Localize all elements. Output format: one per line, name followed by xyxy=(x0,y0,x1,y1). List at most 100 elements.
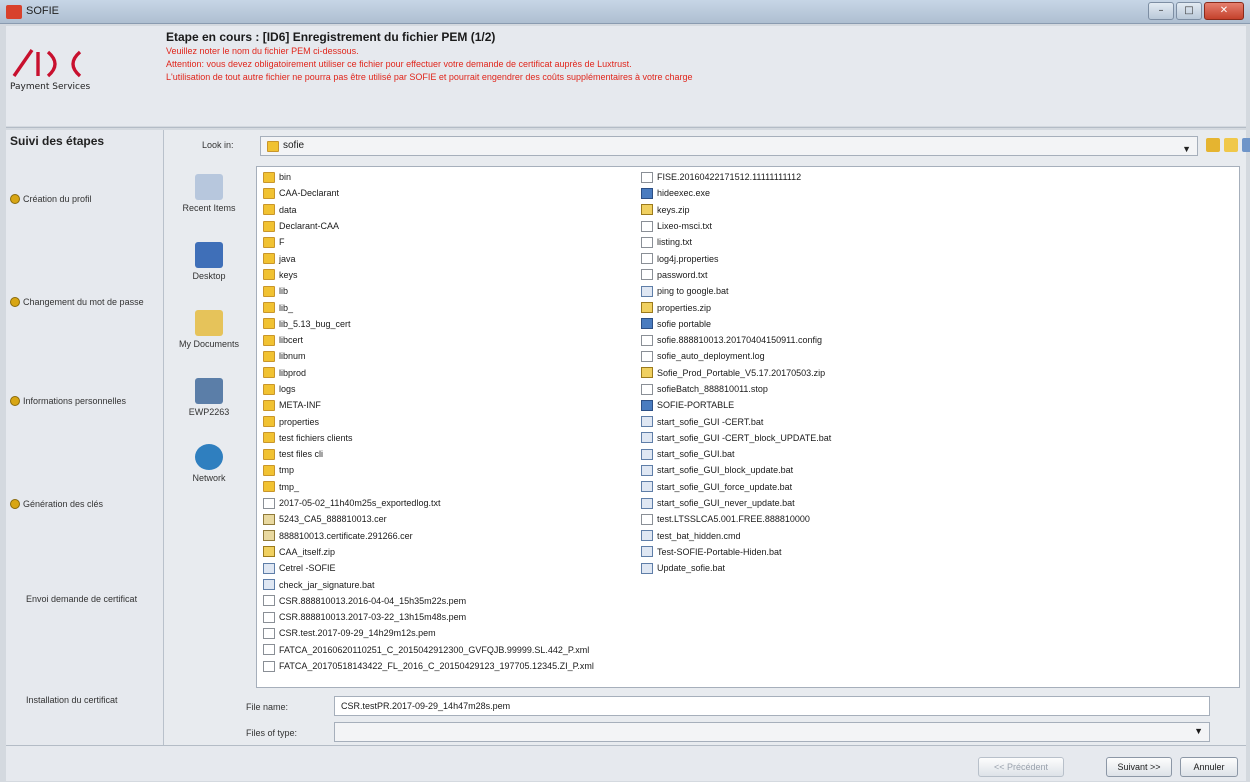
file-name: Update_sofie.bat xyxy=(657,563,726,574)
file-item[interactable]: test files cli xyxy=(263,446,594,462)
file-item[interactable]: Sofie_Prod_Portable_V5.17.20170503.zip xyxy=(641,365,831,381)
zip-icon xyxy=(641,367,653,379)
file-item[interactable]: CAA_itself.zip xyxy=(263,544,594,560)
file-item[interactable]: start_sofie_GUI_block_update.bat xyxy=(641,462,831,478)
file-type-combo[interactable]: ▼ xyxy=(334,722,1210,742)
file-item[interactable]: libnum xyxy=(263,348,594,364)
exe-icon xyxy=(641,399,653,411)
file-name: 2017-05-02_11h40m25s_exportedlog.txt xyxy=(279,498,441,509)
file-item[interactable]: tmp_ xyxy=(263,479,594,495)
file-item[interactable]: start_sofie_GUI_never_update.bat xyxy=(641,495,831,511)
file-name: bin xyxy=(279,172,292,183)
file-item[interactable]: password.txt xyxy=(641,267,831,283)
file-item[interactable]: 888810013.certificate.291266.cer xyxy=(263,528,594,544)
folder-icon xyxy=(263,285,275,297)
file-item[interactable]: FATCA_20170518143422_FL_2016_C_201504291… xyxy=(263,658,594,674)
step-done-icon xyxy=(10,297,20,307)
file-item[interactable]: FISE.20160422171512.11111111112 xyxy=(641,169,831,185)
file-item[interactable]: start_sofie_GUI.bat xyxy=(641,446,831,462)
file-item[interactable]: hideexec.exe xyxy=(641,185,831,201)
file-item[interactable]: Update_sofie.bat xyxy=(641,560,831,576)
doc-icon xyxy=(641,220,653,232)
my-documents-icon xyxy=(195,310,223,336)
file-item[interactable]: data xyxy=(263,202,594,218)
file-item[interactable]: Declarant-CAA xyxy=(263,218,594,234)
file-item[interactable]: properties xyxy=(263,413,594,429)
file-name-input[interactable]: CSR.testPR.2017-09-29_14h47m28s.pem xyxy=(334,696,1210,716)
file-name: password.txt xyxy=(657,269,708,280)
file-name: test_bat_hidden.cmd xyxy=(657,530,741,541)
look-in-combo[interactable]: sofie ▼ xyxy=(260,136,1198,156)
file-list[interactable]: bin CAA-Declarant data Declarant-CAA Fjava ke… xyxy=(256,166,1240,688)
bat-icon xyxy=(263,562,275,574)
file-item[interactable]: log4j.properties xyxy=(641,250,831,266)
folder-icon xyxy=(263,318,275,330)
file-item[interactable]: CSR.test.2017-09-29_14h29m12s.pem xyxy=(263,625,594,641)
maximize-button[interactable]: □ xyxy=(1176,2,1202,20)
view-menu-icon[interactable] xyxy=(1242,138,1250,152)
minimize-button[interactable]: – xyxy=(1148,2,1174,20)
window-titlebar: SOFIE – □ ✕ xyxy=(0,0,1250,24)
file-item[interactable]: start_sofie_GUI_force_update.bat xyxy=(641,479,831,495)
new-folder-icon[interactable] xyxy=(1224,138,1238,152)
file-item[interactable]: libprod xyxy=(263,365,594,381)
place-label: My Documents xyxy=(178,339,240,349)
file-item[interactable]: logs xyxy=(263,381,594,397)
file-item[interactable]: libcert xyxy=(263,332,594,348)
file-item[interactable]: start_sofie_GUI -CERT.bat xyxy=(641,413,831,429)
file-item[interactable]: Cetrel -SOFIE xyxy=(263,560,594,576)
file-item[interactable]: lib_ xyxy=(263,299,594,315)
file-item[interactable]: sofie portable xyxy=(641,316,831,332)
previous-button[interactable]: << Précédent xyxy=(978,757,1064,777)
file-item[interactable]: test fichiers clients xyxy=(263,430,594,446)
file-item[interactable]: check_jar_signature.bat xyxy=(263,576,594,592)
file-item[interactable]: keys xyxy=(263,267,594,283)
file-item[interactable]: SOFIE-PORTABLE xyxy=(641,397,831,413)
step-item: Changement du mot de passe xyxy=(10,297,144,307)
file-name: sofie portable xyxy=(657,318,712,329)
file-item[interactable]: sofieBatch_888810011.stop xyxy=(641,381,831,397)
place-desktop[interactable]: Desktop xyxy=(170,242,248,281)
file-item[interactable]: tmp xyxy=(263,462,594,478)
up-folder-icon[interactable] xyxy=(1206,138,1220,152)
file-item[interactable]: keys.zip xyxy=(641,202,831,218)
folder-icon xyxy=(263,367,275,379)
file-item[interactable]: sofie.888810013.20170404150911.config xyxy=(641,332,831,348)
place-computer[interactable]: EWP2263 xyxy=(170,378,248,417)
file-item[interactable]: ping to google.bat xyxy=(641,283,831,299)
file-item[interactable]: properties.zip xyxy=(641,299,831,315)
place-network[interactable]: Network xyxy=(170,444,248,483)
file-item[interactable]: bin xyxy=(263,169,594,185)
file-item[interactable]: lib xyxy=(263,283,594,299)
file-item[interactable]: META-INF xyxy=(263,397,594,413)
file-item[interactable]: listing.txt xyxy=(641,234,831,250)
file-item[interactable]: sofie_auto_deployment.log xyxy=(641,348,831,364)
file-name: start_sofie_GUI_never_update.bat xyxy=(657,498,795,509)
file-item[interactable]: CAA-Declarant xyxy=(263,185,594,201)
bat-icon xyxy=(641,497,653,509)
place-recent-items[interactable]: Recent Items xyxy=(170,174,248,213)
cancel-button[interactable]: Annuler xyxy=(1180,757,1238,777)
file-item[interactable]: 2017-05-02_11h40m25s_exportedlog.txt xyxy=(263,495,594,511)
close-button[interactable]: ✕ xyxy=(1204,2,1244,20)
file-item[interactable]: start_sofie_GUI -CERT_block_UPDATE.bat xyxy=(641,430,831,446)
step-label: Envoi demande de certificat xyxy=(26,594,138,604)
bat-icon xyxy=(263,579,275,591)
file-item[interactable]: Lixeo-msci.txt xyxy=(641,218,831,234)
file-item[interactable]: Test-SOFIE-Portable-Hiden.bat xyxy=(641,544,831,560)
file-item[interactable]: test_bat_hidden.cmd xyxy=(641,528,831,544)
file-item[interactable]: CSR.888810013.2017-03-22_13h15m48s.pem xyxy=(263,609,594,625)
file-name: Lixeo-msci.txt xyxy=(657,221,713,232)
folder-icon xyxy=(263,269,275,281)
place-label: Network xyxy=(192,473,226,483)
file-item[interactable]: CSR.888810013.2016-04-04_15h35m22s.pem xyxy=(263,593,594,609)
file-item[interactable]: F xyxy=(263,234,594,250)
next-button[interactable]: Suivant >> xyxy=(1106,757,1172,777)
file-item[interactable]: FATCA_20160620110251_C_2015042912300_GVF… xyxy=(263,642,594,658)
file-item[interactable]: lib_5.13_bug_cert xyxy=(263,316,594,332)
file-item[interactable]: 5243_CA5_888810013.cer xyxy=(263,511,594,527)
file-item[interactable]: test.LTSSLCA5.001.FREE.888810000 xyxy=(641,511,831,527)
place-my-documents[interactable]: My Documents xyxy=(170,310,248,349)
cert-icon xyxy=(263,513,275,525)
file-item[interactable]: java xyxy=(263,250,594,266)
